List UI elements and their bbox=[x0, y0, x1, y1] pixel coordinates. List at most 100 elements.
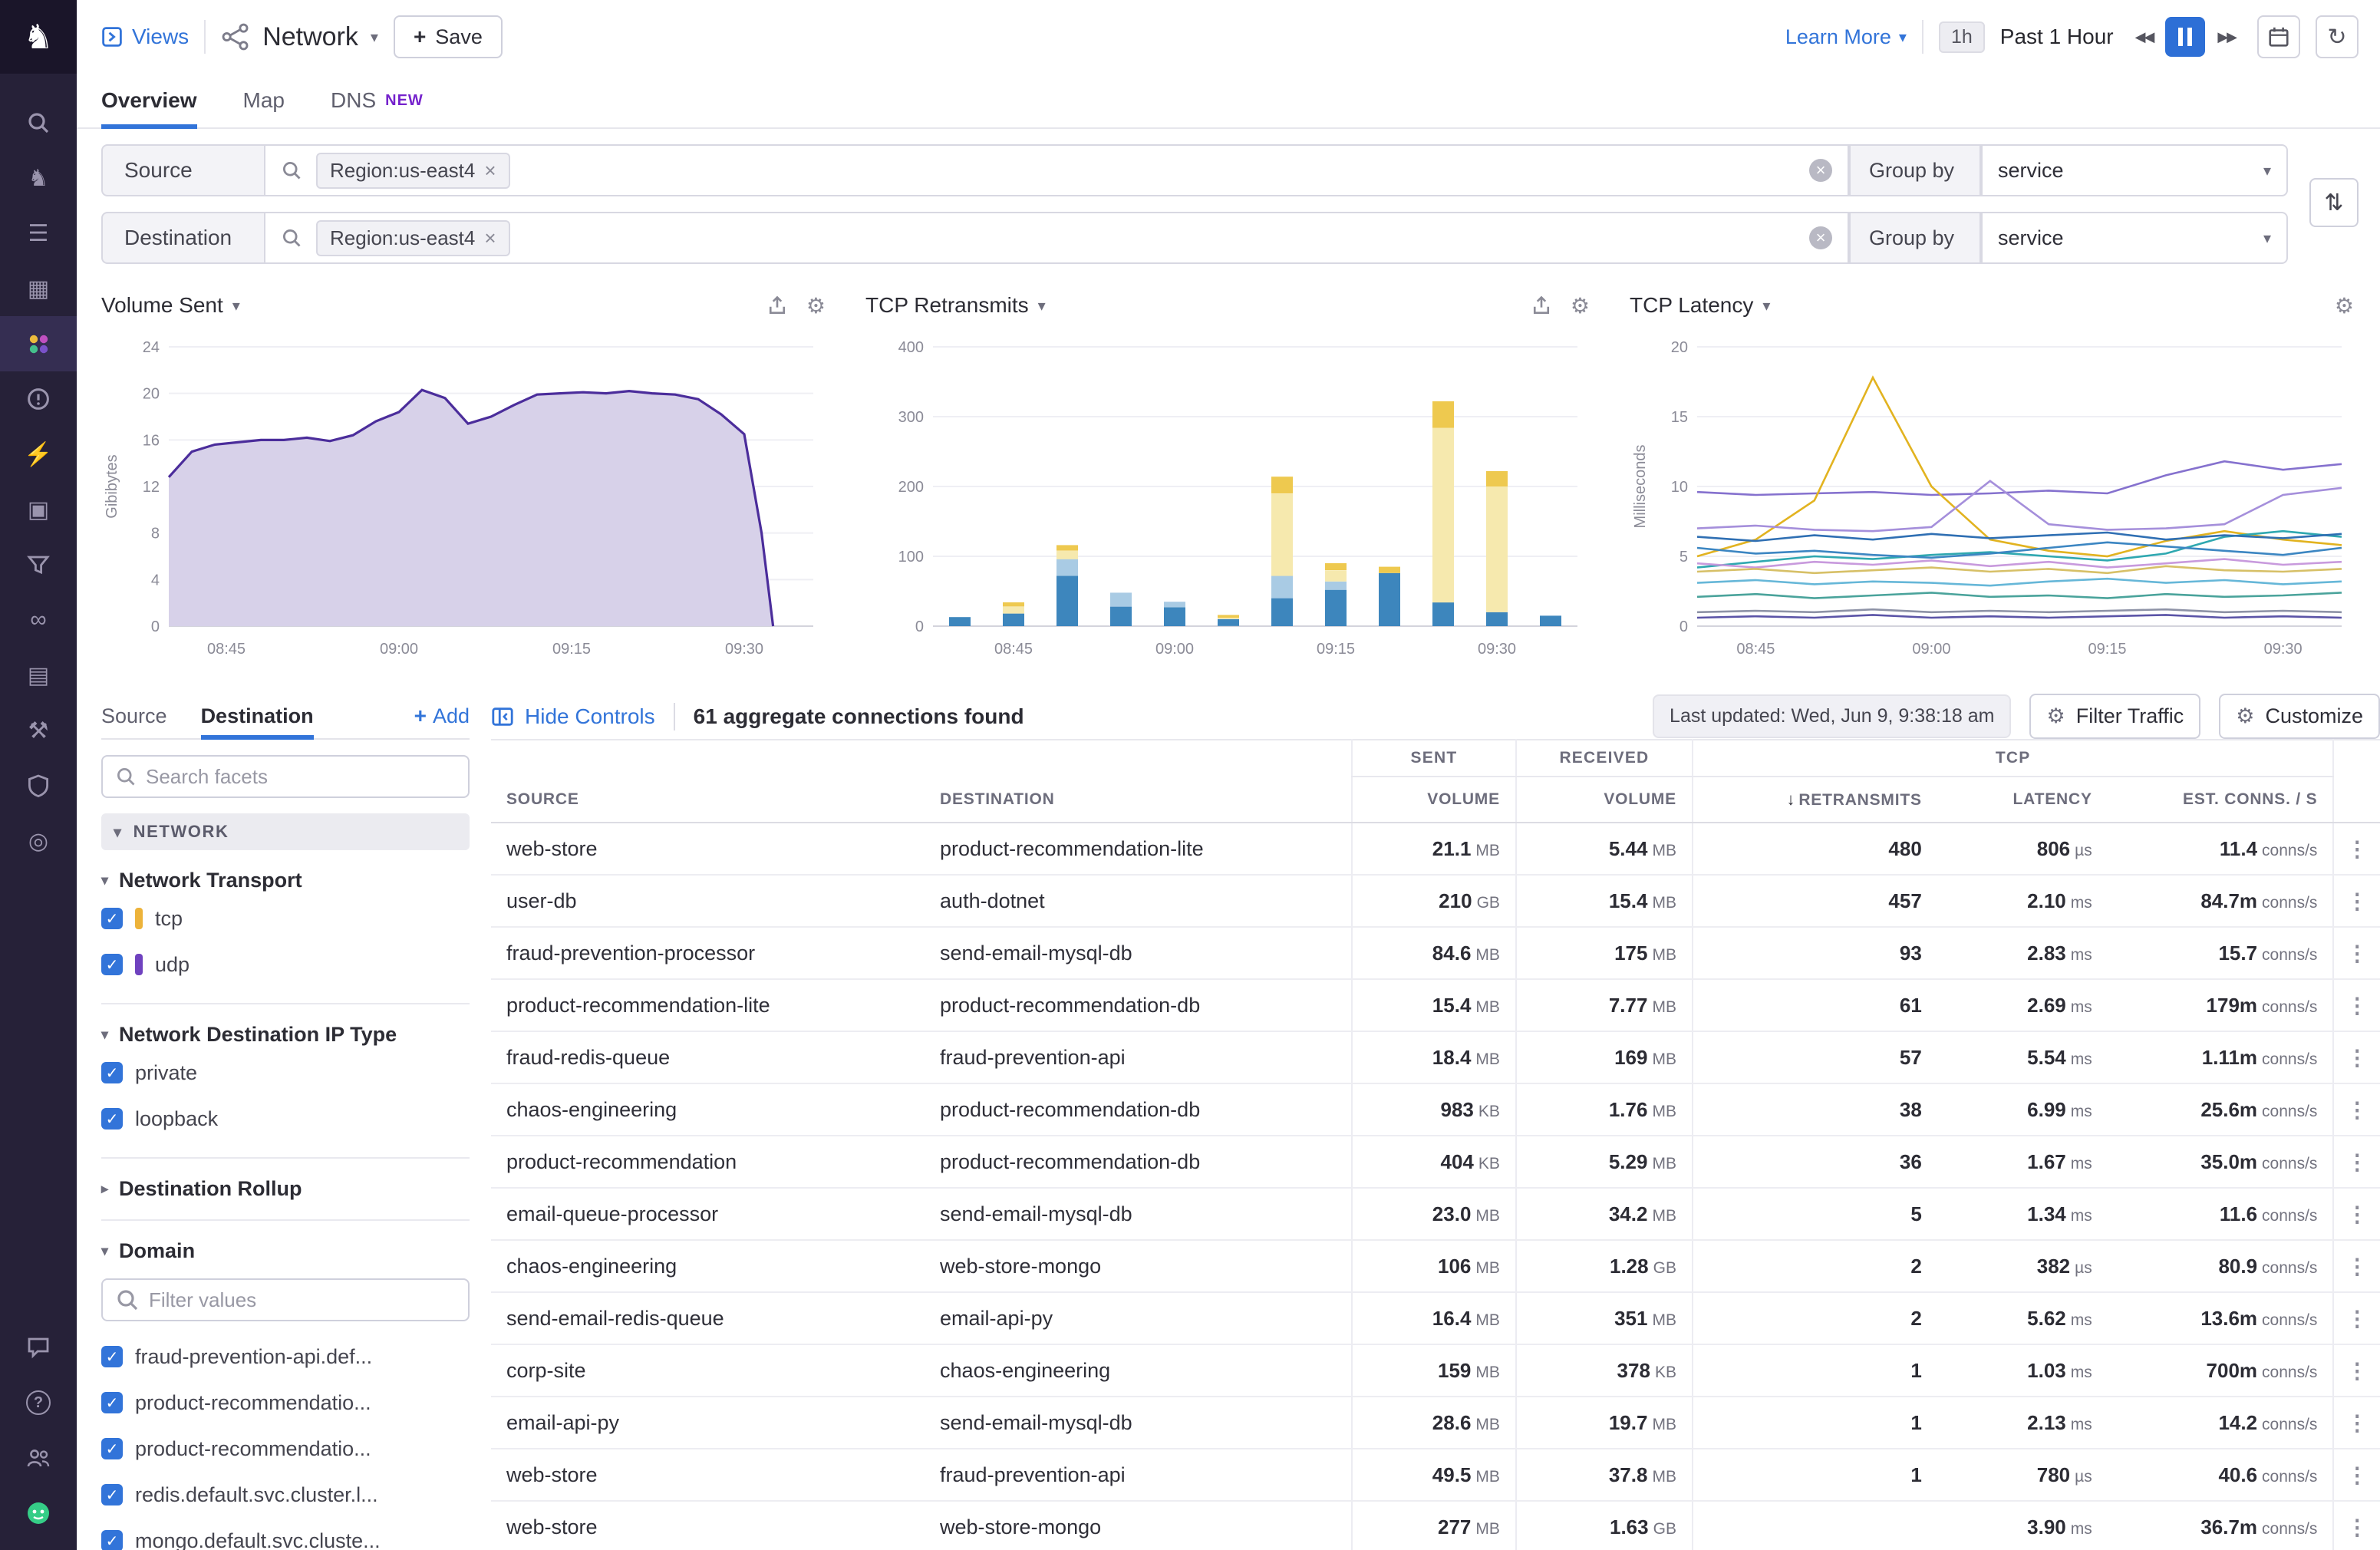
customize-button[interactable]: ⚙Customize bbox=[2219, 694, 2380, 739]
column-destination[interactable]: DESTINATION bbox=[925, 777, 1352, 823]
connection-row[interactable]: fraud-redis-queuefraud-prevention-api18.… bbox=[491, 1031, 2380, 1083]
facet-group-header[interactable]: ▾Network Destination IP Type bbox=[101, 1023, 470, 1047]
learn-more-dropdown[interactable]: Learn More ▾ bbox=[1785, 25, 1907, 49]
clear-filter-icon[interactable]: × bbox=[1809, 159, 1832, 182]
checkbox-checked[interactable]: ✓ bbox=[101, 1346, 123, 1367]
connection-row[interactable]: product-recommendationproduct-recommenda… bbox=[491, 1136, 2380, 1188]
calendar-button[interactable] bbox=[2257, 15, 2300, 58]
facet-item[interactable]: ✓tcp bbox=[101, 899, 470, 938]
connection-row[interactable]: corp-sitechaos-engineering159MB378KB11.0… bbox=[491, 1344, 2380, 1397]
row-menu-button[interactable]: ⋮ bbox=[2333, 1031, 2380, 1083]
account-icon[interactable] bbox=[0, 1430, 77, 1486]
pause-button[interactable] bbox=[2165, 17, 2205, 57]
tab-map[interactable]: Map bbox=[243, 74, 285, 127]
column-retransmits[interactable]: ↓RETRANSMITS bbox=[1693, 777, 1937, 823]
facet-item[interactable]: ✓product-recommendatio... bbox=[101, 1429, 470, 1469]
datadog-logo[interactable]: ♞ bbox=[0, 0, 77, 74]
swap-source-destination-button[interactable]: ⇅ bbox=[2309, 178, 2359, 227]
column-received-volume[interactable]: VOLUME bbox=[1516, 777, 1693, 823]
chevron-down-icon[interactable]: ▾ bbox=[1762, 296, 1770, 315]
group-by-select[interactable]: service▾ bbox=[1981, 144, 2288, 196]
integrations-icon[interactable]: ⚒ bbox=[0, 703, 77, 758]
connection-row[interactable]: chaos-engineeringproduct-recommendation-… bbox=[491, 1083, 2380, 1136]
connection-row[interactable]: web-storefraud-prevention-api49.5MB37.8M… bbox=[491, 1449, 2380, 1501]
column-sent-volume[interactable]: VOLUME bbox=[1352, 777, 1516, 823]
facet-item[interactable]: ✓private bbox=[101, 1053, 470, 1093]
row-menu-button[interactable]: ⋮ bbox=[2333, 1240, 2380, 1292]
gear-icon[interactable]: ⚙ bbox=[1571, 293, 1590, 318]
network-section-header[interactable]: ▾ NETWORK bbox=[101, 813, 470, 850]
clear-filter-icon[interactable]: × bbox=[1809, 226, 1832, 249]
connection-row[interactable]: email-api-pysend-email-mysql-db28.6MB19.… bbox=[491, 1397, 2380, 1449]
dashboards-icon[interactable]: ▦ bbox=[0, 261, 77, 316]
time-range-label[interactable]: Past 1 Hour bbox=[2000, 25, 2114, 49]
chart-title[interactable]: Volume Sent bbox=[101, 293, 223, 318]
logs-icon[interactable] bbox=[0, 537, 77, 592]
filter-tag[interactable]: Region:us-east4× bbox=[316, 153, 510, 189]
close-icon[interactable]: × bbox=[484, 159, 496, 183]
row-menu-button[interactable]: ⋮ bbox=[2333, 1501, 2380, 1550]
forward-button[interactable]: ▶▶ bbox=[2211, 20, 2242, 54]
connection-row[interactable]: user-dbauth-dotnet210GB15.4MB4572.10ms84… bbox=[491, 875, 2380, 927]
close-icon[interactable]: × bbox=[484, 226, 496, 250]
notebooks-icon[interactable]: ▤ bbox=[0, 648, 77, 703]
chart-title[interactable]: TCP Retransmits bbox=[865, 293, 1029, 318]
save-button[interactable]: + Save bbox=[394, 15, 503, 58]
facet-item[interactable]: ✓product-recommendatio... bbox=[101, 1383, 470, 1423]
facet-item[interactable]: ✓redis.default.svc.cluster.l... bbox=[101, 1475, 470, 1515]
checkbox-checked[interactable]: ✓ bbox=[101, 1062, 123, 1083]
filter-tag[interactable]: Region:us-east4× bbox=[316, 220, 510, 256]
connection-row[interactable]: fraud-prevention-processorsend-email-mys… bbox=[491, 927, 2380, 979]
facet-filter-box[interactable] bbox=[101, 1278, 470, 1321]
checkbox-checked[interactable]: ✓ bbox=[101, 1438, 123, 1459]
row-menu-button[interactable]: ⋮ bbox=[2333, 1083, 2380, 1136]
gear-icon[interactable]: ⚙ bbox=[806, 293, 826, 318]
connection-row[interactable]: email-queue-processorsend-email-mysql-db… bbox=[491, 1188, 2380, 1240]
chevron-down-icon[interactable]: ▾ bbox=[232, 296, 240, 315]
chevron-down-icon[interactable]: ▾ bbox=[371, 28, 378, 47]
checkbox-checked[interactable]: ✓ bbox=[101, 1108, 123, 1130]
checkbox-checked[interactable]: ✓ bbox=[101, 954, 123, 975]
chart-title[interactable]: TCP Latency bbox=[1630, 293, 1753, 318]
tab-dns[interactable]: DNSNEW bbox=[331, 74, 424, 127]
export-icon[interactable] bbox=[1531, 295, 1552, 316]
facet-tab-source[interactable]: Source bbox=[101, 694, 167, 738]
checkbox-checked[interactable]: ✓ bbox=[101, 1392, 123, 1413]
facet-tab-destination[interactable]: Destination bbox=[201, 694, 314, 738]
time-range-badge[interactable]: 1h bbox=[1939, 21, 1985, 53]
checkbox-checked[interactable]: ✓ bbox=[101, 1484, 123, 1505]
row-menu-button[interactable]: ⋮ bbox=[2333, 979, 2380, 1031]
facet-item[interactable]: ✓udp bbox=[101, 945, 470, 984]
search-icon[interactable] bbox=[0, 95, 77, 150]
row-menu-button[interactable]: ⋮ bbox=[2333, 1344, 2380, 1397]
refresh-button[interactable]: ↻ bbox=[2316, 15, 2359, 58]
chat-icon[interactable] bbox=[0, 1320, 77, 1375]
search-facets-input[interactable] bbox=[146, 765, 456, 789]
facet-item[interactable]: ✓mongo.default.svc.cluste... bbox=[101, 1521, 470, 1550]
tcp-latency-plot[interactable]: 05101520Milliseconds08:4509:0009:1509:30 bbox=[1630, 328, 2354, 666]
hide-controls-button[interactable]: Hide Controls bbox=[491, 704, 655, 729]
facet-group-header[interactable]: ▾Domain bbox=[101, 1239, 470, 1263]
synthetics-icon[interactable]: ⚡ bbox=[0, 427, 77, 482]
connection-row[interactable]: product-recommendation-liteproduct-recom… bbox=[491, 979, 2380, 1031]
column-source[interactable]: SOURCE bbox=[491, 777, 925, 823]
connection-row[interactable]: chaos-engineeringweb-store-mongo106MB1.2… bbox=[491, 1240, 2380, 1292]
network-icon[interactable] bbox=[0, 316, 77, 371]
filter-traffic-button[interactable]: ⚙Filter Traffic bbox=[2029, 694, 2200, 739]
destination-filter-input[interactable]: Region:us-east4× × bbox=[264, 212, 1849, 264]
chevron-down-icon[interactable]: ▾ bbox=[1038, 296, 1046, 315]
tcp-retransmits-plot[interactable]: 010020030040008:4509:0009:1509:30 bbox=[865, 328, 1590, 666]
row-menu-button[interactable]: ⋮ bbox=[2333, 1397, 2380, 1449]
facet-group-header[interactable]: ▸Destination Rollup bbox=[101, 1177, 470, 1201]
row-menu-button[interactable]: ⋮ bbox=[2333, 1449, 2380, 1501]
facet-item[interactable]: ✓fraud-prevention-api.def... bbox=[101, 1337, 470, 1377]
checkbox-checked[interactable]: ✓ bbox=[101, 1530, 123, 1550]
checkbox-checked[interactable]: ✓ bbox=[101, 908, 123, 929]
tab-overview[interactable]: Overview bbox=[101, 74, 197, 127]
facet-search-box[interactable] bbox=[101, 755, 470, 798]
row-menu-button[interactable]: ⋮ bbox=[2333, 875, 2380, 927]
column-est-conns[interactable]: EST. CONNS. / S bbox=[2108, 777, 2334, 823]
group-by-select[interactable]: service▾ bbox=[1981, 212, 2288, 264]
export-icon[interactable] bbox=[766, 295, 788, 316]
column-latency[interactable]: LATENCY bbox=[1937, 777, 2108, 823]
